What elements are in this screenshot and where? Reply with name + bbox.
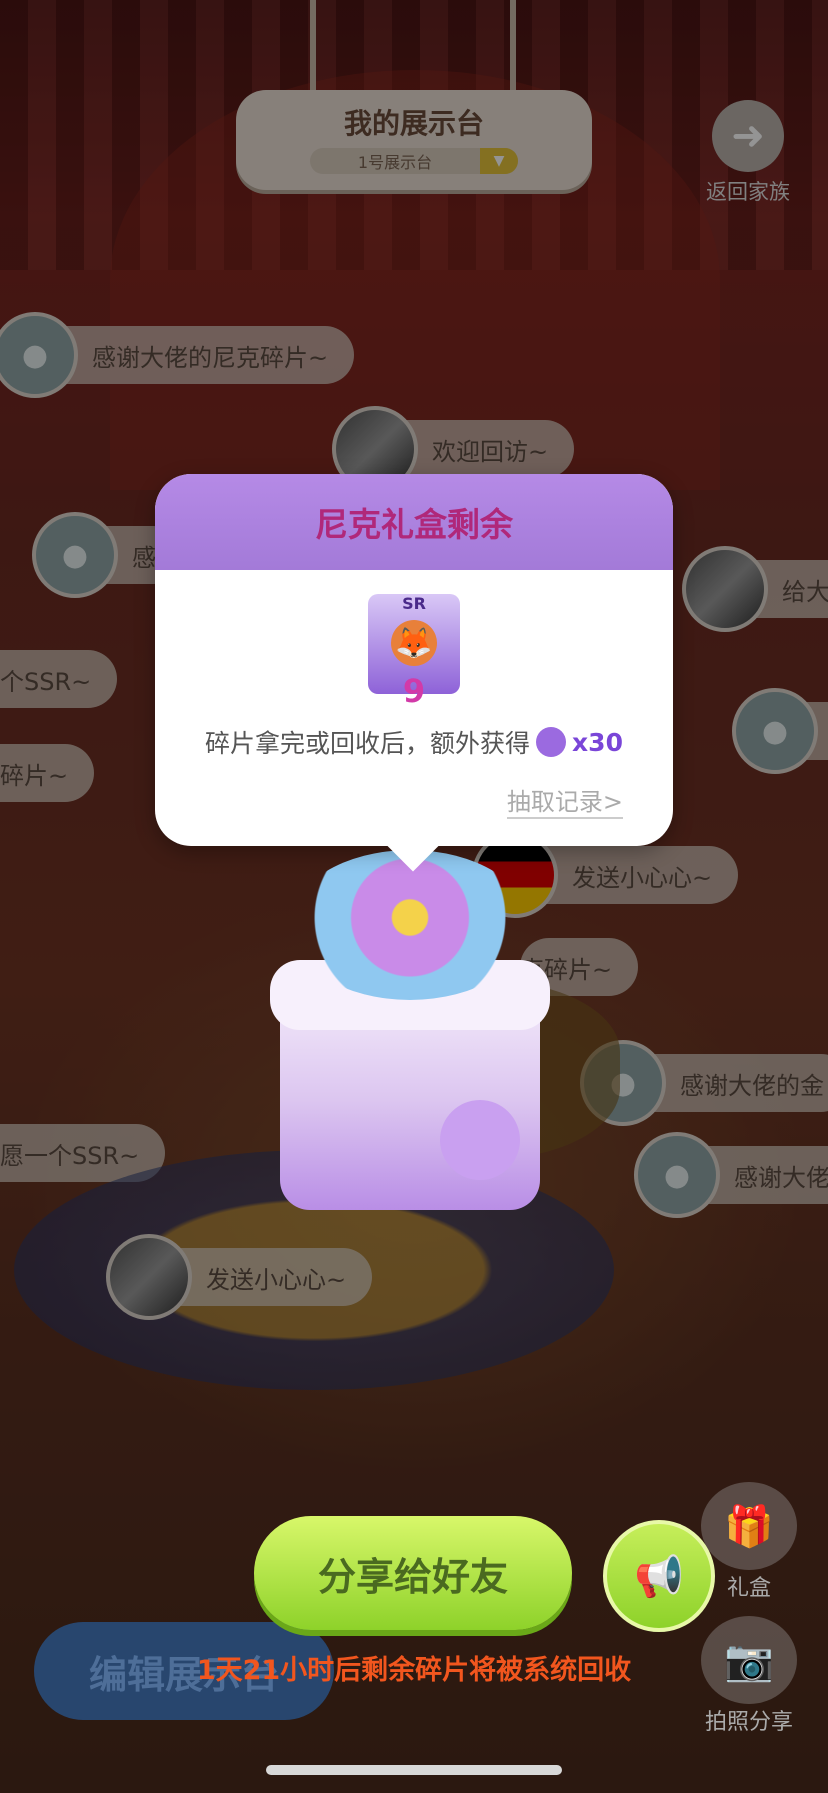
gem-icon (536, 727, 567, 757)
share-to-friends-button[interactable]: 分享给好友 (254, 1516, 572, 1630)
megaphone-icon: 📢 (634, 1553, 684, 1600)
mickey-emblem-icon (440, 1100, 520, 1180)
reward-amount: x30 (572, 727, 623, 757)
nick-gift-box[interactable] (250, 850, 570, 1210)
megaphone-button[interactable]: 📢 (603, 1520, 715, 1632)
photo-share-label: 拍照分享 (704, 1710, 793, 1735)
gift-icon: 🎁 (701, 1482, 797, 1570)
card-rarity: SR (402, 594, 426, 613)
home-indicator[interactable] (266, 1765, 562, 1775)
gift-remaining-popup: 尼克礼盒剩余 SR 🦊 9 碎片拿完或回收后，额外获得 x30 抽取记录> (155, 474, 673, 872)
card-count: 9 (402, 672, 426, 710)
popup-title: 尼克礼盒剩余 (155, 474, 673, 570)
draw-record-link[interactable]: 抽取记录> (506, 782, 623, 819)
fragment-card[interactable]: SR 🦊 9 (368, 594, 460, 710)
fox-icon: 🦊 (391, 620, 437, 666)
gift-bow-icon (290, 850, 530, 1000)
popup-description: 碎片拿完或回收后，额外获得 x30 (155, 724, 673, 760)
desc-text: 碎片拿完或回收后，额外获得 (205, 729, 531, 758)
recycle-notice: 1天21小时后剩余碎片将被系统回收 (196, 1655, 632, 1686)
